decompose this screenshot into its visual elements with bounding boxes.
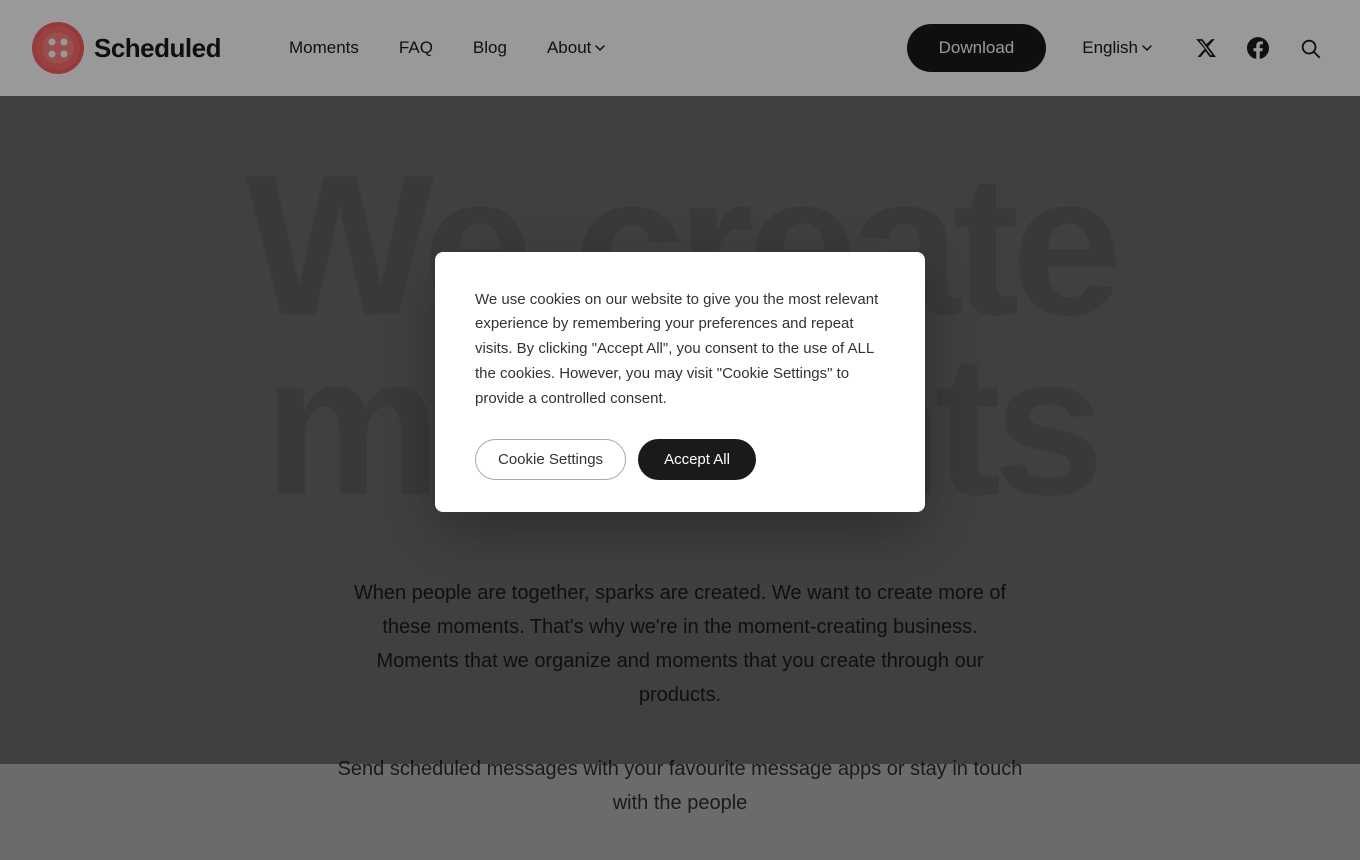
cookie-overlay: We use cookies on our website to give yo… (0, 0, 1360, 764)
cookie-buttons: Cookie Settings Accept All (475, 439, 885, 480)
accept-all-button[interactable]: Accept All (638, 439, 756, 480)
cookie-body-text: We use cookies on our website to give yo… (475, 288, 885, 412)
cookie-settings-button[interactable]: Cookie Settings (475, 439, 626, 480)
cookie-modal: We use cookies on our website to give yo… (435, 252, 925, 513)
